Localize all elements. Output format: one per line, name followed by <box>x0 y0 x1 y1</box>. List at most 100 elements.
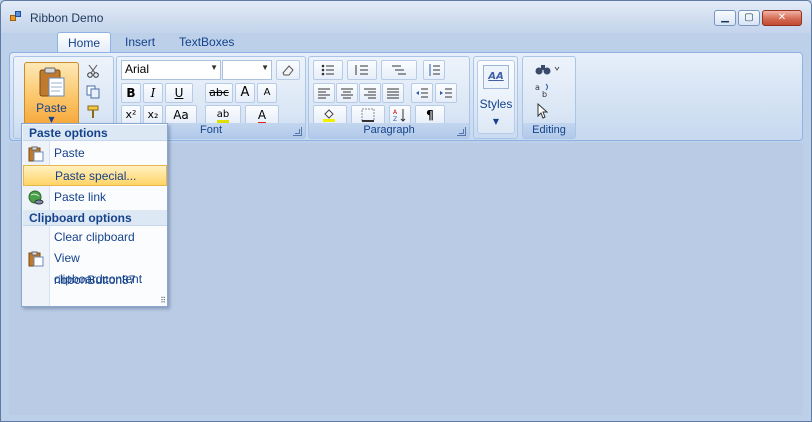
svg-text:a: a <box>535 83 540 92</box>
app-icon <box>10 11 22 23</box>
cut-icon[interactable] <box>84 62 102 80</box>
paint-bucket-icon <box>323 109 335 122</box>
decrease-indent-icon <box>416 88 428 98</box>
pilcrow-icon: ¶ <box>426 108 434 122</box>
underline-button[interactable]: U <box>165 83 193 103</box>
superscript-button[interactable]: x² <box>121 105 141 125</box>
app-window: Ribbon Demo ▁ ▢ ✕ Home Insert TextBoxes <box>0 0 812 422</box>
font-dialog-launcher-icon[interactable] <box>293 127 302 136</box>
editing-group-label: Editing <box>523 123 575 138</box>
maximize-button[interactable]: ▢ <box>738 10 760 26</box>
group-paragraph: AZ ¶ Paragraph <box>308 56 470 139</box>
numbering-icon <box>355 65 368 75</box>
bold-button[interactable]: B <box>121 83 141 103</box>
clipboard-icon <box>39 67 65 97</box>
numbering-button[interactable] <box>347 60 377 80</box>
menu-item-view-clipboard[interactable]: View clipboardcontent <box>23 248 167 286</box>
align-right-icon <box>364 88 376 99</box>
chevron-down-icon: ▼ <box>492 117 500 126</box>
clipboard-icon <box>28 146 44 162</box>
borders-button[interactable] <box>351 105 385 125</box>
close-button[interactable]: ✕ <box>762 10 802 26</box>
decrease-indent-button[interactable] <box>411 83 433 103</box>
styles-icon: AA <box>483 65 509 89</box>
cursor-icon <box>537 103 549 119</box>
format-painter-icon[interactable] <box>84 103 102 121</box>
copy-icon[interactable] <box>84 83 102 101</box>
align-left-button[interactable] <box>313 83 335 103</box>
multilevel-list-button[interactable] <box>381 60 417 80</box>
shading-button[interactable] <box>313 105 347 125</box>
line-spacing-icon <box>429 64 440 76</box>
group-editing: ab Editing <box>522 56 576 139</box>
align-right-button[interactable] <box>359 83 381 103</box>
paste-dropdown-menu: Paste options Paste Paste special... Pas… <box>21 123 168 307</box>
clear-formatting-button[interactable] <box>276 60 300 80</box>
window-title: Ribbon Demo <box>30 11 104 25</box>
font-size-select[interactable]: ▼ <box>222 60 272 80</box>
sort-button[interactable]: AZ <box>389 105 411 125</box>
menu-item-paste[interactable]: Paste <box>23 143 167 164</box>
justify-button[interactable] <box>382 83 404 103</box>
justify-icon <box>387 88 399 99</box>
change-case-button[interactable]: Aa <box>165 105 197 125</box>
eraser-icon <box>282 65 294 76</box>
select-button[interactable] <box>531 102 555 120</box>
highlight-button[interactable]: ab <box>205 105 241 125</box>
chevron-down-icon: ▼ <box>261 63 269 72</box>
replace-button[interactable]: ab <box>531 81 555 99</box>
svg-text:A: A <box>393 109 398 116</box>
menu-item-label: Paste <box>54 146 85 160</box>
chevron-down-icon: ▼ <box>210 63 218 72</box>
shrink-font-button[interactable]: A <box>257 83 277 103</box>
subscript-button[interactable]: x₂ <box>143 105 163 125</box>
clipboard-icon <box>28 251 44 267</box>
font-color-button[interactable]: A <box>245 105 279 125</box>
menu-item-ribbon-button-87[interactable]: ribbonButton87 <box>23 270 167 291</box>
paste-label: Paste <box>36 101 67 115</box>
paragraph-dialog-launcher-icon[interactable] <box>457 127 466 136</box>
show-paragraph-marks-button[interactable]: ¶ <box>415 105 445 125</box>
italic-button[interactable]: I <box>143 83 163 103</box>
styles-label: Styles <box>479 97 513 111</box>
align-center-button[interactable] <box>336 83 358 103</box>
sort-icon: AZ <box>393 109 406 123</box>
menu-item-clear-clipboard[interactable]: Clear clipboard <box>23 227 167 248</box>
tab-home[interactable]: Home <box>57 32 112 53</box>
find-button[interactable] <box>531 60 565 78</box>
tab-textboxes[interactable]: TextBoxes <box>169 32 244 53</box>
globe-link-icon <box>28 190 44 205</box>
borders-icon <box>361 108 375 122</box>
increase-indent-button[interactable] <box>435 83 457 103</box>
grow-font-button[interactable]: A <box>235 83 255 103</box>
menu-item-label: Paste special... <box>55 169 137 183</box>
minimize-button[interactable]: ▁ <box>714 10 736 26</box>
strikethrough-button[interactable]: abc <box>205 83 233 103</box>
increase-indent-icon <box>440 88 452 98</box>
line-spacing-button[interactable] <box>423 60 445 80</box>
ribbon-tabs: Home Insert TextBoxes <box>57 32 248 53</box>
svg-text:Z: Z <box>393 116 397 122</box>
binoculars-icon <box>535 65 560 75</box>
menu-item-paste-link[interactable]: Paste link <box>23 187 167 208</box>
replace-icon: ab <box>535 83 548 98</box>
resize-grip-icon[interactable]: ⠿ <box>160 296 166 305</box>
menu-header-clipboard-options: Clipboard options <box>23 210 167 226</box>
tab-insert[interactable]: Insert <box>115 32 165 53</box>
svg-text:b: b <box>542 90 547 98</box>
title-bar[interactable]: Ribbon Demo ▁ ▢ ✕ <box>1 1 811 33</box>
styles-button[interactable]: AA Styles ▼ <box>477 60 515 134</box>
menu-item-label: Clear clipboard <box>54 230 135 244</box>
font-family-select[interactable]: Arial ▼ <box>121 60 221 80</box>
multilevel-list-icon <box>392 65 406 75</box>
highlight-icon: ab <box>216 109 230 123</box>
align-center-icon <box>341 88 353 99</box>
menu-item-label: Paste link <box>54 190 107 204</box>
menu-item-label: ribbonButton87 <box>54 273 136 287</box>
paste-button[interactable]: Paste ▼ <box>24 62 79 126</box>
menu-header-paste-options: Paste options <box>23 125 167 141</box>
group-styles: AA Styles ▼ <box>473 56 518 139</box>
paragraph-group-label: Paragraph <box>309 123 469 138</box>
bullets-button[interactable] <box>313 60 343 80</box>
menu-item-paste-special[interactable]: Paste special... <box>23 165 167 186</box>
